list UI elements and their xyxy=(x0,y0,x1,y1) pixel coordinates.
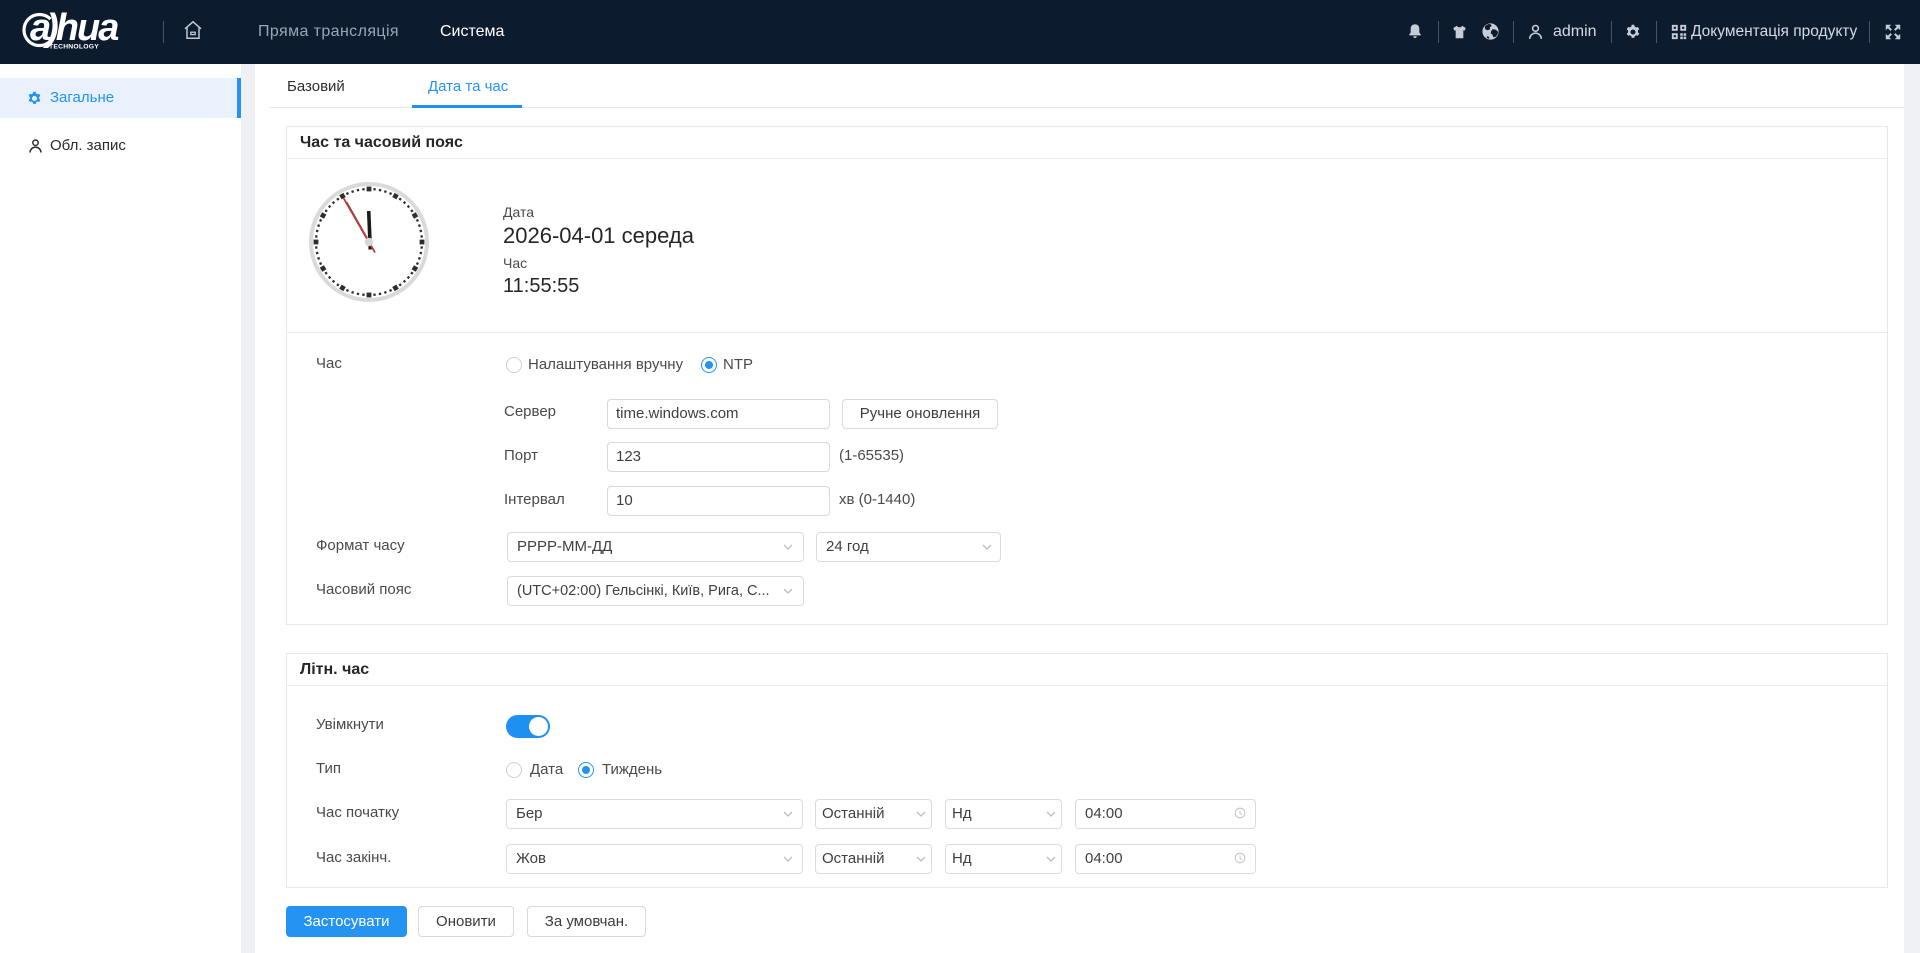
svg-text:TECHNOLOGY: TECHNOLOGY xyxy=(49,44,99,51)
